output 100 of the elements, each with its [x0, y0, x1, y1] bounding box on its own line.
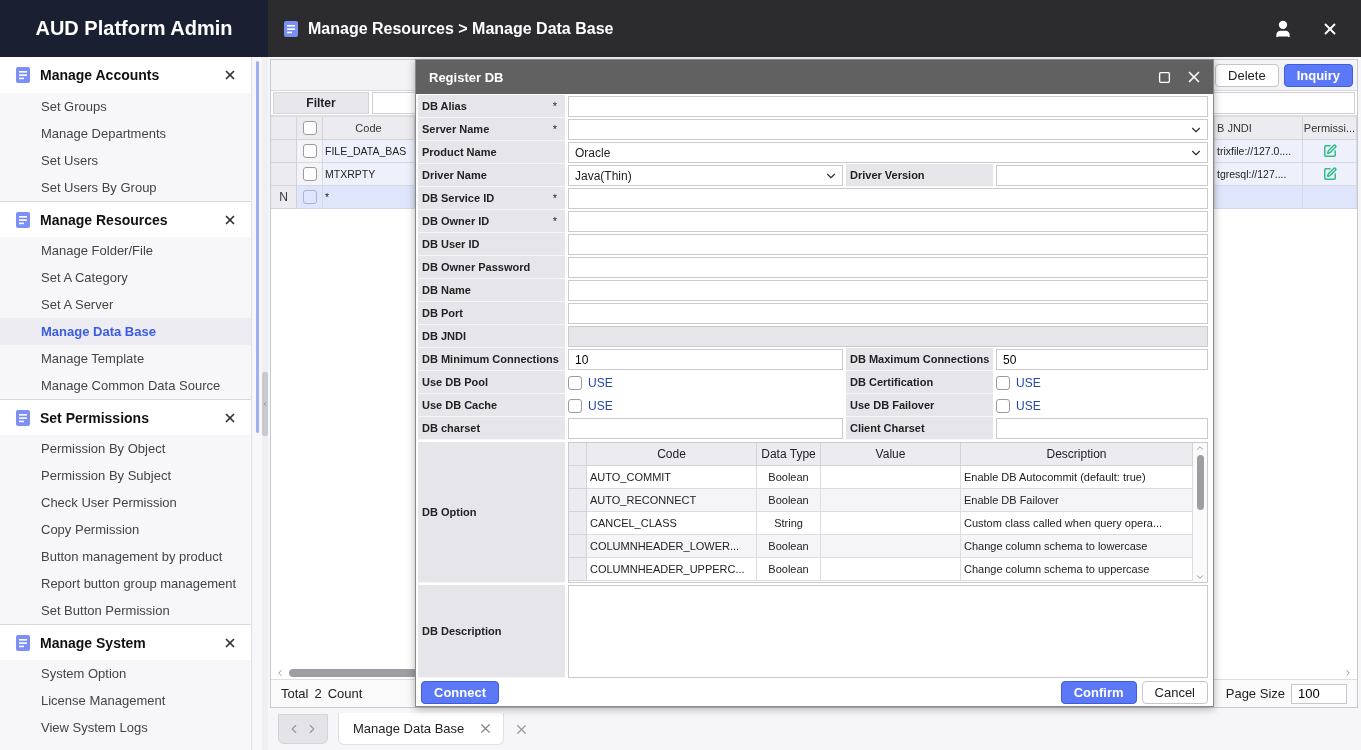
scrollbar-thumb[interactable] [1196, 455, 1204, 510]
table-cell: Change column schema to lowercase [961, 535, 1193, 558]
text-field[interactable] [996, 418, 1208, 439]
field-label: DB Service ID [422, 192, 496, 204]
column-header[interactable]: Code [587, 443, 757, 466]
scroll-right-icon[interactable] [1343, 667, 1353, 678]
text-field[interactable] [568, 257, 1208, 278]
text-field[interactable] [568, 280, 1208, 301]
document-icon [16, 634, 30, 651]
page-size-field[interactable]: 100 [1291, 683, 1347, 704]
field-label: Server Name [422, 123, 491, 135]
tab[interactable]: Manage Data Base [338, 713, 505, 745]
checkbox-label[interactable]: USE [588, 398, 613, 413]
table-cell: String [757, 512, 821, 535]
dialog-title: Register DB [429, 69, 505, 85]
table-cell: tgresql://127.... [1215, 163, 1303, 186]
column-header[interactable]: Value [821, 443, 961, 466]
column-header[interactable]: B JNDI [1215, 117, 1303, 140]
checkbox-label[interactable]: USE [1016, 398, 1041, 413]
table-cell[interactable] [821, 466, 961, 489]
table-cell: AUTO_RECONNECT [587, 489, 757, 512]
field-label: DB charset [422, 422, 482, 434]
required-mark: * [552, 123, 558, 135]
table-cell: trixfile://127.0.... [1215, 140, 1303, 163]
total-label: Total [281, 686, 309, 701]
scrollbar-thumb[interactable] [255, 61, 259, 433]
table-cell: * [323, 186, 415, 209]
text-field[interactable] [568, 211, 1208, 232]
select-field[interactable]: Java(Thin) [568, 165, 843, 186]
checkbox[interactable] [568, 375, 582, 390]
table-cell[interactable] [821, 535, 961, 558]
total-count: 2 [314, 686, 322, 701]
dialog-button[interactable]: Connect [421, 680, 499, 704]
table-cell: Boolean [757, 466, 821, 489]
table-cell: Enable DB Failover [961, 489, 1193, 512]
text-field[interactable] [568, 418, 843, 439]
checkbox[interactable] [302, 144, 317, 158]
count-label: Count [327, 686, 363, 701]
section-header[interactable]: Manage System [0, 624, 251, 660]
dialog-button[interactable]: Confirm [1060, 680, 1137, 704]
checkbox[interactable] [568, 398, 582, 413]
section-title: Manage Resources [40, 211, 169, 228]
required-mark: * [552, 192, 558, 204]
scroll-up-icon[interactable] [1195, 443, 1205, 453]
section-header[interactable]: Set Permissions [0, 399, 251, 435]
table-cell: MTXRPTY [323, 163, 415, 186]
checkbox[interactable] [302, 190, 317, 204]
required-mark: * [552, 215, 558, 227]
toolbar-button[interactable]: Delete [1215, 63, 1279, 87]
section-header[interactable]: Manage Accounts [0, 57, 251, 93]
select-field[interactable]: Oracle [568, 142, 1208, 163]
document-icon [16, 67, 30, 83]
checkbox[interactable] [996, 375, 1010, 390]
column-header[interactable]: Permissi... [1303, 117, 1357, 140]
select-field[interactable] [568, 119, 1208, 140]
text-field[interactable] [568, 96, 1208, 117]
field-label: Use DB Failover [850, 399, 936, 411]
checkbox[interactable] [302, 121, 317, 135]
collapse-handle[interactable] [262, 371, 268, 436]
description-field[interactable] [568, 585, 1208, 678]
text-field[interactable] [568, 303, 1208, 324]
scroll-left-icon[interactable] [275, 667, 285, 678]
document-icon [16, 409, 30, 426]
column-header[interactable]: Description [961, 443, 1193, 466]
table-cell[interactable] [821, 558, 961, 581]
checkbox-label[interactable]: USE [1016, 375, 1041, 390]
checkbox-label[interactable]: USE [588, 375, 613, 390]
field-label: DB Option [422, 506, 478, 518]
field-label: Use DB Cache [422, 399, 499, 411]
edit-icon[interactable] [1322, 167, 1337, 181]
section-title: Manage Accounts [40, 67, 161, 83]
table-cell[interactable] [821, 512, 961, 535]
toolbar-button[interactable]: Inquiry [1283, 63, 1353, 87]
scroll-down-icon[interactable] [1195, 572, 1205, 582]
section-header[interactable]: Manage Resources [0, 201, 251, 237]
maximize-icon[interactable] [1158, 70, 1171, 84]
text-field[interactable] [568, 188, 1208, 209]
text-field[interactable]: 10 [568, 349, 843, 370]
column-header[interactable]: Code [323, 117, 415, 140]
nav-item[interactable]: Manage Data Base [0, 318, 251, 345]
text-field[interactable] [568, 326, 1208, 347]
edit-icon[interactable] [1322, 144, 1337, 158]
text-field[interactable]: 50 [996, 349, 1208, 370]
field-label: DB Certification [850, 376, 935, 388]
row-header: N [271, 186, 297, 209]
text-field[interactable] [996, 165, 1208, 186]
dialog-button[interactable]: Cancel [1141, 680, 1208, 704]
close-icon[interactable] [223, 68, 237, 82]
user-icon[interactable] [1273, 18, 1293, 39]
breadcrumb: Manage Resources > Manage Data Base [308, 19, 615, 38]
field-label: DB Minimum Connections [422, 353, 560, 365]
field-label: DB Owner ID [422, 215, 491, 227]
text-field[interactable] [568, 234, 1208, 255]
column-header[interactable]: Data Type [757, 443, 821, 466]
checkbox[interactable] [302, 167, 317, 181]
checkbox[interactable] [996, 398, 1010, 413]
field-label: Use DB Pool [422, 376, 489, 388]
field-label: DB Alias [422, 100, 468, 112]
table-cell[interactable] [821, 489, 961, 512]
filter-label: Filter [273, 92, 369, 114]
